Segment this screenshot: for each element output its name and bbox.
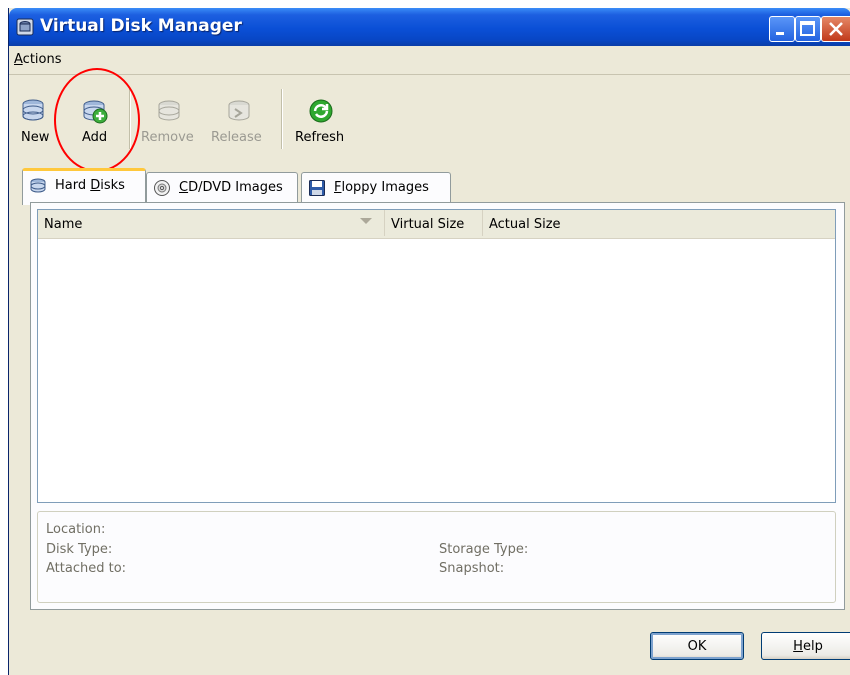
disk-list[interactable]: Name Virtual Size Actual Size [37, 209, 836, 503]
remove-button[interactable]: Remove [133, 75, 199, 161]
toolbar-separator [129, 89, 131, 149]
remove-button-label: Remove [141, 130, 194, 145]
new-button[interactable]: New [13, 75, 61, 161]
menu-bar: Actions [9, 46, 850, 75]
column-name-label: Name [44, 217, 83, 232]
column-header-virtual-size[interactable]: Virtual Size [385, 210, 483, 236]
location-label: Location: [46, 522, 106, 537]
sort-arrow-icon [360, 218, 372, 224]
tab-hard-disks-mnemonic: D [90, 178, 101, 193]
ok-button[interactable]: OK [650, 632, 744, 660]
tab-hard-disks[interactable]: Hard Disks [22, 168, 146, 205]
maximize-button[interactable] [795, 16, 821, 42]
help-button[interactable]: Help [761, 632, 850, 660]
tab-hard-disks-label-rest: isks [100, 178, 125, 193]
tab-cd-dvd-label-rest: D/DVD Images [188, 180, 283, 195]
tab-cd-dvd-mnemonic: C [179, 180, 189, 195]
release-button-label: Release [211, 130, 262, 145]
hard-disk-icon [30, 178, 46, 193]
close-button[interactable] [821, 16, 850, 42]
virtual-disk-manager-icon [16, 18, 34, 36]
cd-dvd-icon [154, 180, 170, 196]
disk-type-label: Disk Type: [46, 542, 113, 557]
column-virtual-size-label: Virtual Size [391, 217, 465, 232]
add-disk-icon [83, 100, 108, 124]
tab-cd-dvd-images-label: CD/DVD Images [179, 180, 283, 195]
refresh-button[interactable]: Refresh [289, 75, 353, 161]
minimize-icon [776, 32, 784, 35]
tab-bar: Hard Disks CD/DVD Images Floppy Images [9, 164, 850, 205]
help-mnemonic: H [793, 639, 803, 654]
menu-actions[interactable]: Actions [14, 52, 62, 67]
menu-actions-rest: ctions [22, 52, 62, 67]
release-button[interactable]: Release [205, 75, 271, 161]
window-title: Virtual Disk Manager [40, 16, 242, 36]
tab-floppy-images-label: Floppy Images [334, 180, 429, 195]
snapshot-label: Snapshot: [439, 561, 505, 576]
list-header: Name Virtual Size Actual Size [38, 210, 835, 239]
add-button[interactable]: Add [67, 75, 117, 161]
release-disk-icon [228, 100, 250, 121]
remove-disk-icon [158, 100, 180, 121]
minimize-button[interactable] [769, 16, 795, 42]
add-button-label: Add [82, 130, 108, 145]
toolbar-separator [281, 89, 283, 149]
column-header-name[interactable]: Name [38, 210, 385, 236]
disk-details-box: Location: Disk Type: Attached to: Storag… [37, 511, 836, 603]
maximize-icon [800, 21, 815, 36]
toolbar: New Add Remove Release Refresh [9, 75, 850, 161]
help-label-rest: elp [802, 639, 823, 654]
new-disk-icon [22, 99, 44, 121]
attached-to-label: Attached to: [46, 561, 127, 576]
tab-floppy-label-rest: loppy Images [341, 180, 429, 195]
new-button-label: New [21, 130, 50, 145]
tab-hard-disks-label-part: Hard [55, 178, 91, 193]
tab-hard-disks-label: Hard Disks [55, 178, 125, 193]
title-bar[interactable]: Virtual Disk Manager [9, 8, 850, 46]
column-header-actual-size[interactable]: Actual Size [483, 210, 833, 236]
floppy-icon [309, 180, 325, 196]
tab-panel-hard-disks: Name Virtual Size Actual Size Location: … [30, 202, 845, 610]
storage-type-label: Storage Type: [439, 542, 529, 557]
tab-cd-dvd-images[interactable]: CD/DVD Images [146, 172, 298, 203]
close-icon [829, 22, 843, 36]
virtual-disk-manager-window: Virtual Disk Manager Actions New Add Rem… [8, 8, 850, 675]
refresh-icon [309, 99, 333, 123]
refresh-button-label: Refresh [295, 130, 345, 145]
column-actual-size-label: Actual Size [489, 217, 561, 232]
menu-actions-mnemonic: A [14, 52, 23, 67]
tab-floppy-images[interactable]: Floppy Images [301, 172, 451, 203]
